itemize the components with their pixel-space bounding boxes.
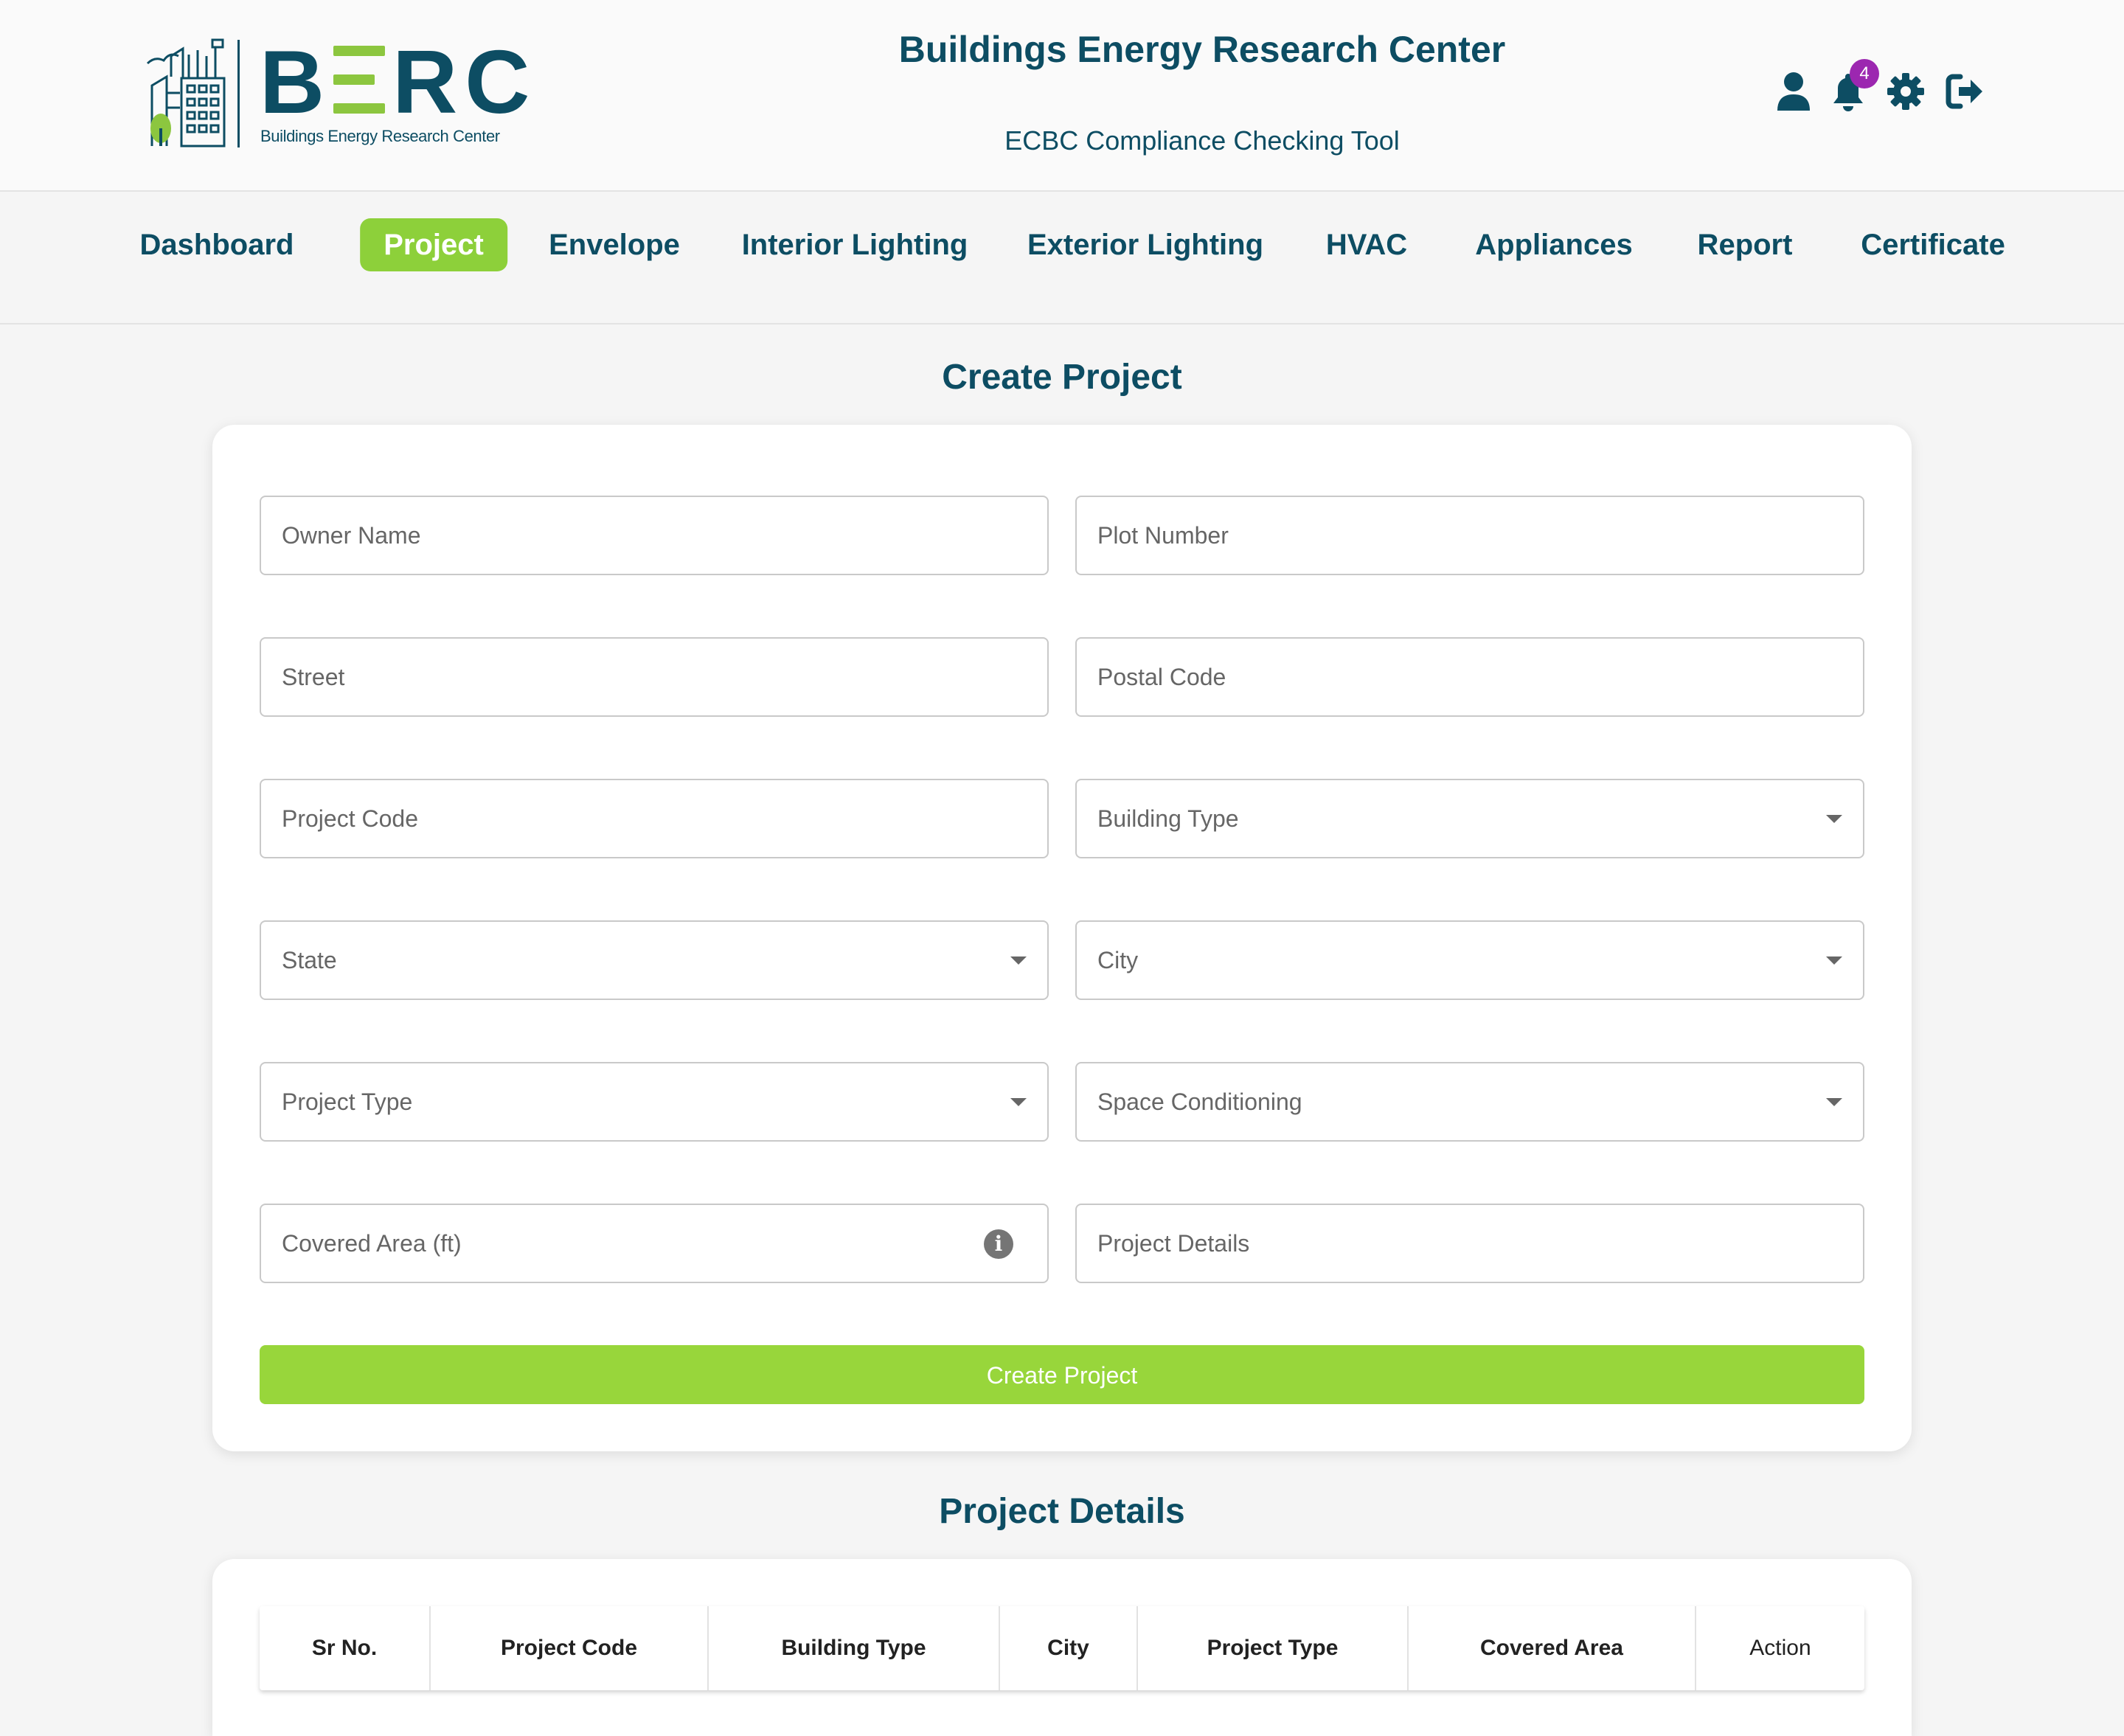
column-city[interactable]: City [1000,1606,1138,1690]
nav-item-dashboard[interactable]: Dashboard [117,218,318,271]
project-type-select[interactable]: Project Type [260,1062,1049,1142]
plot-number-placeholder: Plot Number [1097,522,1229,549]
owner-name-input[interactable]: Owner Name [260,496,1049,575]
project-details-card: Sr No. Project Code Building Type City P… [212,1559,1912,1736]
create-project-title: Create Project [942,358,1182,397]
nav-item-envelope[interactable]: Envelope [525,218,704,271]
gear-icon[interactable] [1887,71,1925,112]
app-title: Buildings Energy Research Center [898,29,1506,70]
nav-item-hvac[interactable]: HVAC [1302,218,1431,271]
covered-area-input[interactable]: Covered Area (ft) i [260,1204,1049,1283]
postal-code-placeholder: Postal Code [1097,664,1226,690]
nav-item-appliances[interactable]: Appliances [1451,218,1656,271]
postal-code-input[interactable]: Postal Code [1075,637,1864,717]
space-conditioning-select[interactable]: Space Conditioning [1075,1062,1864,1142]
building-logo-icon [146,38,226,147]
building-type-placeholder: Building Type [1097,805,1239,832]
city-placeholder: City [1097,947,1139,973]
project-table-header: Sr No. Project Code Building Type City P… [260,1606,1864,1690]
app-header: B RC Buildings Energy Research Center Bui… [0,0,2124,192]
nav-item-exterior-lighting[interactable]: Exterior Lighting [1004,218,1287,271]
nav-item-project[interactable]: Project [360,218,507,271]
notification-badge: 4 [1850,59,1879,88]
project-details-input[interactable]: Project Details [1075,1204,1864,1283]
berc-logo[interactable]: B RC Buildings Energy Research Center [145,34,530,152]
main-nav: Dashboard Project Envelope Interior Ligh… [0,192,2124,324]
column-sr-no[interactable]: Sr No. [260,1606,431,1690]
chevron-down-icon [1826,956,1842,965]
column-project-code[interactable]: Project Code [431,1606,709,1690]
logo-e-mark [333,46,386,114]
city-select[interactable]: City [1075,920,1864,1000]
street-input[interactable]: Street [260,637,1049,717]
column-action[interactable]: Action [1696,1606,1864,1690]
info-icon[interactable]: i [984,1229,1013,1259]
chevron-down-icon [1826,815,1842,823]
create-project-button[interactable]: Create Project [260,1345,1864,1404]
create-project-form: Owner Name Plot Number Street Postal Cod… [212,425,1912,1451]
app-subtitle: ECBC Compliance Checking Tool [1004,125,1400,156]
owner-name-placeholder: Owner Name [282,522,421,549]
space-conditioning-placeholder: Space Conditioning [1097,1089,1302,1115]
project-details-title: Project Details [939,1492,1185,1531]
covered-area-placeholder: Covered Area (ft) [282,1230,462,1257]
column-covered-area[interactable]: Covered Area [1409,1606,1696,1690]
user-icon[interactable] [1776,71,1814,112]
project-code-input[interactable]: Project Code [260,779,1049,858]
state-select[interactable]: State [260,920,1049,1000]
building-type-select[interactable]: Building Type [1075,779,1864,858]
logo-divider [237,40,240,147]
chevron-down-icon [1010,956,1027,965]
nav-item-report[interactable]: Report [1674,218,1816,271]
logo-subtitle: Buildings Energy Research Center [260,127,500,145]
plot-number-input[interactable]: Plot Number [1075,496,1864,575]
project-code-placeholder: Project Code [282,805,418,832]
nav-item-interior-lighting[interactable]: Interior Lighting [718,218,992,271]
nav-item-certificate[interactable]: Certificate [1837,218,2029,271]
column-project-type[interactable]: Project Type [1138,1606,1409,1690]
logout-icon[interactable] [1944,71,1982,112]
column-building-type[interactable]: Building Type [709,1606,1000,1690]
state-placeholder: State [282,947,337,973]
chevron-down-icon [1826,1098,1842,1106]
project-details-placeholder: Project Details [1097,1230,1250,1257]
logo-wordmark: B RC [260,32,538,132]
project-type-placeholder: Project Type [282,1089,413,1115]
chevron-down-icon [1010,1098,1027,1106]
street-placeholder: Street [282,664,345,690]
